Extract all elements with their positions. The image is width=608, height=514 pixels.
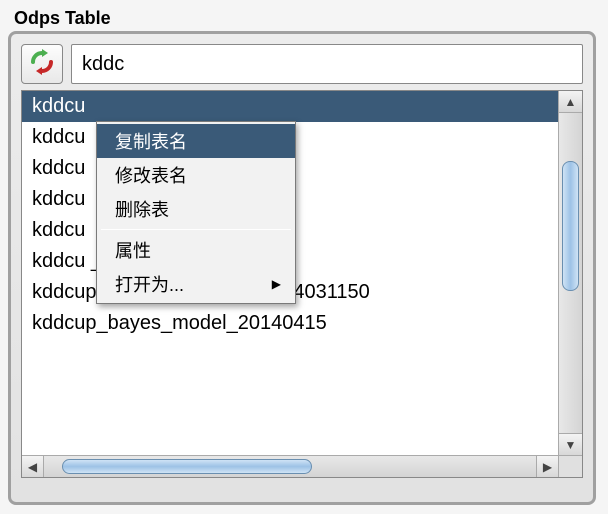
horizontal-scroll-thumb[interactable] (62, 459, 312, 474)
menu-item[interactable]: 打开为... ▶ (97, 267, 295, 301)
menu-separator (101, 229, 291, 230)
menu-item-label: 打开为... (115, 271, 184, 297)
list-item[interactable]: kddcup_bayes_model_20140415 (22, 308, 558, 339)
scrollbar-corner (558, 455, 582, 477)
list-item[interactable]: kddcu (22, 91, 558, 122)
horizontal-scrollbar[interactable]: ◀ ▶ (22, 455, 558, 477)
panel-title: Odps Table (14, 8, 600, 29)
odps-table-panel: kddcukddcukddcukddcukddcukddcu _predicte… (8, 31, 596, 505)
toolbar (21, 44, 583, 84)
vertical-scroll-thumb[interactable] (562, 161, 579, 291)
submenu-arrow-icon: ▶ (272, 277, 281, 291)
search-input[interactable] (71, 44, 583, 84)
table-list: kddcukddcukddcukddcukddcukddcu _predicte… (21, 90, 583, 478)
scroll-up-button[interactable]: ▲ (559, 91, 582, 113)
menu-item-label: 复制表名 (115, 128, 187, 154)
arrow-down-icon: ▼ (565, 438, 577, 452)
menu-item-label: 删除表 (115, 196, 169, 222)
context-menu: 复制表名修改表名删除表属性打开为... ▶ (96, 121, 296, 304)
arrow-left-icon: ◀ (28, 460, 37, 474)
refresh-button[interactable] (21, 44, 63, 84)
arrow-up-icon: ▲ (565, 95, 577, 109)
menu-item[interactable]: 属性 (97, 233, 295, 267)
scroll-left-button[interactable]: ◀ (22, 456, 44, 477)
menu-item-label: 修改表名 (115, 162, 187, 188)
refresh-icon (28, 48, 56, 81)
menu-item[interactable]: 删除表 (97, 192, 295, 226)
menu-item-label: 属性 (115, 237, 151, 263)
menu-item[interactable]: 复制表名 (97, 124, 295, 158)
scroll-right-button[interactable]: ▶ (536, 456, 558, 477)
scroll-down-button[interactable]: ▼ (559, 433, 582, 455)
menu-item[interactable]: 修改表名 (97, 158, 295, 192)
arrow-right-icon: ▶ (543, 460, 552, 474)
vertical-scrollbar[interactable]: ▲ ▼ (558, 91, 582, 455)
